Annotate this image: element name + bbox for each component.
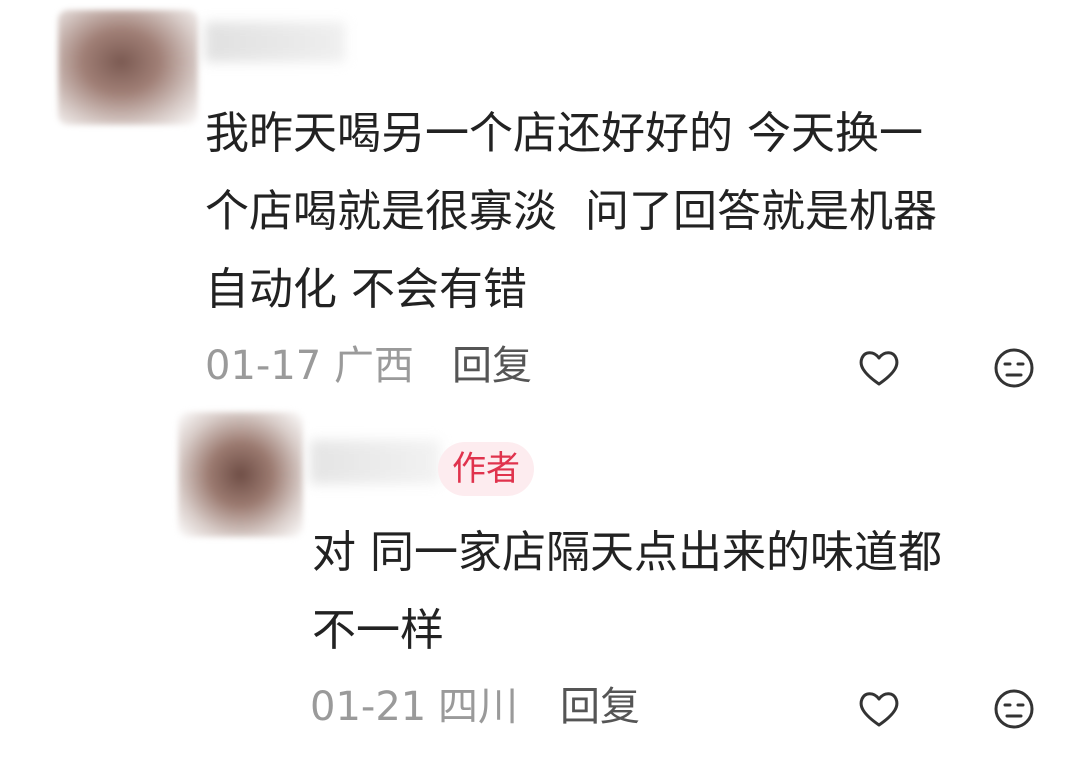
comment-line: 我昨天喝另一个店还好好的 今天换一 bbox=[205, 108, 923, 159]
username-blurred[interactable] bbox=[310, 440, 440, 484]
heart-icon[interactable] bbox=[857, 346, 901, 390]
comment-date: 01-21 bbox=[310, 684, 427, 730]
avatar[interactable] bbox=[178, 412, 303, 537]
comment-line: 自动化 不会有错 bbox=[205, 264, 527, 315]
username-blurred[interactable] bbox=[205, 22, 345, 62]
reply-button[interactable]: 回复 bbox=[452, 342, 532, 390]
reply-button[interactable]: 回复 bbox=[560, 683, 640, 731]
heart-icon[interactable] bbox=[857, 687, 901, 731]
meh-face-icon[interactable] bbox=[992, 346, 1036, 390]
comment-location: 广西 bbox=[334, 343, 414, 389]
avatar[interactable] bbox=[58, 10, 198, 125]
author-badge: 作者 bbox=[438, 442, 534, 496]
comment-line: 不一样 bbox=[312, 605, 444, 656]
comment-line: 个店喝就是很寡淡 问了回答就是机器 bbox=[205, 186, 937, 237]
comment-location: 四川 bbox=[438, 684, 518, 730]
comment-line: 对 同一家店隔天点出来的味道都 bbox=[312, 527, 942, 578]
meh-face-icon[interactable] bbox=[992, 687, 1036, 731]
comment-date: 01-17 bbox=[205, 343, 322, 389]
